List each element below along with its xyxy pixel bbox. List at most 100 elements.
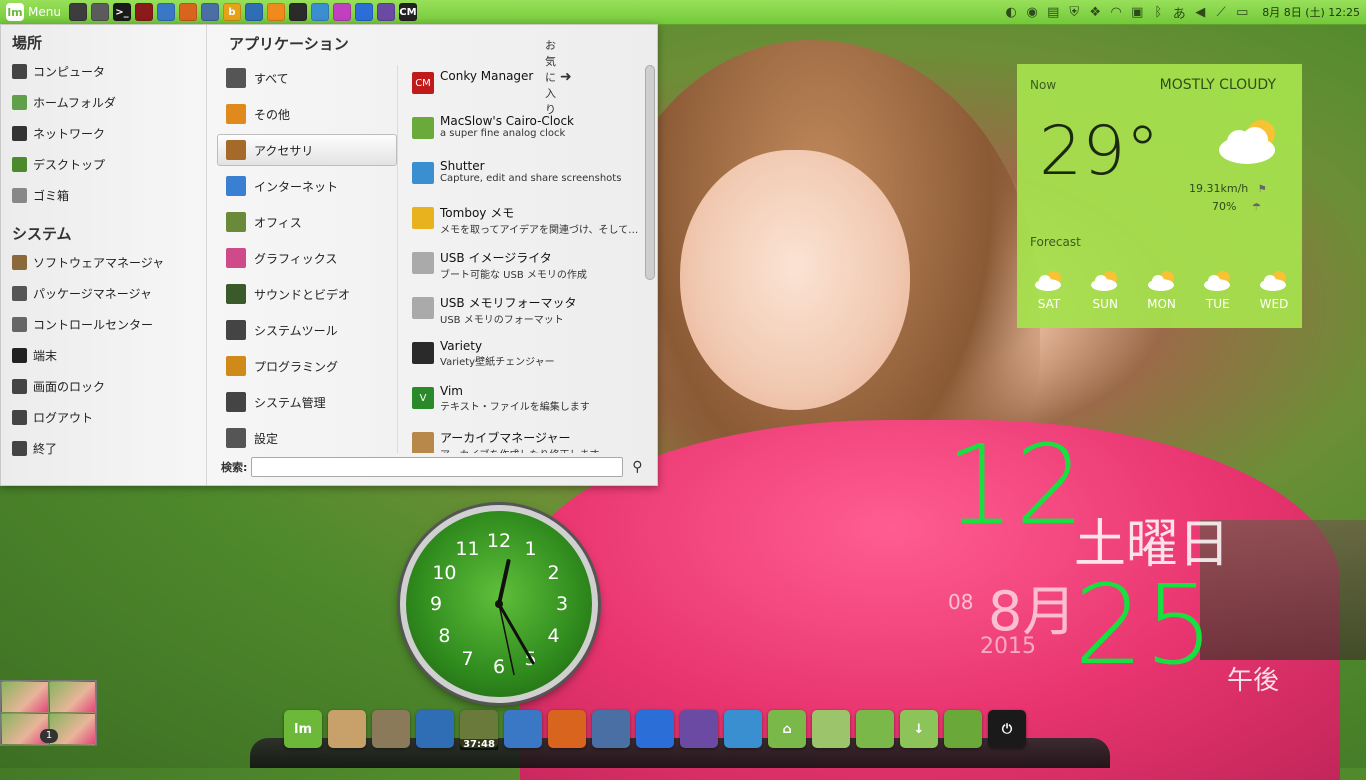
network-icon[interactable]: ⟋ <box>1212 3 1230 21</box>
category-internet[interactable]: インターネット <box>217 170 397 202</box>
thunderbird-icon[interactable] <box>592 710 630 748</box>
app-item[interactable]: USB イメージライタ ブート可能な USB メモリの作成 <box>398 245 644 290</box>
vim-icon: V <box>412 387 434 409</box>
shutter-icon[interactable] <box>724 710 762 748</box>
firefox-icon[interactable] <box>178 3 197 21</box>
menu-button[interactable]: lm Menu <box>0 0 67 24</box>
nav-item-logout[interactable]: ログアウト <box>1 402 206 433</box>
search-label: 検索: <box>221 461 248 474</box>
category-other[interactable]: その他 <box>217 98 397 130</box>
app-description: メモを取ってアイデアを関連づけ、そして体系... <box>440 225 640 236</box>
nav-item-shutdown[interactable]: 終了 <box>1 433 206 464</box>
disc-icon[interactable] <box>288 3 307 21</box>
category-label: オフィス <box>254 215 302 230</box>
category-graphics[interactable]: グラフィックス <box>217 242 397 274</box>
app-item[interactable]: Shutter Capture, edit and share screensho… <box>398 155 644 200</box>
thunderbird-icon[interactable] <box>200 3 219 21</box>
rss-icon[interactable] <box>266 3 285 21</box>
app-item[interactable]: Tomboy メモ メモを取ってアイデアを関連づけ、そして体系... <box>398 200 644 245</box>
app-item[interactable]: Variety Variety壁紙チェンジャー <box>398 335 644 380</box>
app-list-scrollbar[interactable] <box>643 65 655 453</box>
app-item[interactable]: CM Conky Manager <box>398 65 644 110</box>
nav-item-network[interactable]: ネットワーク <box>1 118 206 149</box>
app-item[interactable]: MacSlow's Cairo-Clock a super fine analog… <box>398 110 644 155</box>
app-name: Variety <box>440 339 483 353</box>
category-accessories[interactable]: アクセサリ <box>217 134 397 166</box>
bookmark-icon[interactable]: b <box>222 3 241 21</box>
wifi-icon[interactable]: ◠ <box>1107 3 1125 21</box>
show-desktop-icon[interactable] <box>68 3 87 21</box>
workspace-1[interactable] <box>1 681 49 713</box>
quicklaunch-bar: >_ b CM <box>67 3 419 21</box>
clock-app-icon[interactable]: 37:48 <box>460 710 498 750</box>
scrollbar-thumb[interactable] <box>645 65 655 281</box>
category-system-tools[interactable]: システムツール <box>217 314 397 346</box>
humidity-value: 70% <box>1212 200 1237 213</box>
nav-item-control-center[interactable]: コントロールセンター <box>1 309 206 340</box>
search-icon[interactable]: ⚲ <box>627 457 647 477</box>
color-icon[interactable] <box>332 3 351 21</box>
chromium-icon[interactable] <box>504 710 542 748</box>
system-tray: ◐ ◉ ▤ ⛨ ❖ ◠ ▣ ᛒ あ ◀ ⟋ ▭ 8月 8日 (土) 12:25 <box>1002 3 1366 22</box>
cloudy-sun-icon <box>1260 271 1286 291</box>
paint-icon[interactable] <box>636 710 674 748</box>
panel-clock[interactable]: 8月 8日 (土) 12:25 <box>1262 4 1360 20</box>
category-all-apps[interactable]: すべて <box>217 62 397 94</box>
clipboard-icon[interactable]: ▤ <box>1044 3 1062 21</box>
nav-item-software-manager[interactable]: ソフトウェアマネージャ <box>1 247 206 278</box>
analog-clock[interactable]: 121234567891011 <box>400 505 598 703</box>
writer-icon[interactable] <box>416 710 454 748</box>
home-folder-icon[interactable]: ⌂ <box>768 710 806 748</box>
safari-icon[interactable] <box>244 3 263 21</box>
dock-timer: 37:48 <box>460 739 498 750</box>
package-installer-icon[interactable] <box>328 710 366 748</box>
downloads-folder-icon[interactable]: ↓ <box>900 710 938 748</box>
nav-item-trash[interactable]: ゴミ箱 <box>1 180 206 211</box>
nav-item-home-folder[interactable]: ホームフォルダ <box>1 87 206 118</box>
update-icon[interactable]: ⛨ <box>1065 3 1083 21</box>
workspace-2[interactable] <box>48 681 96 713</box>
nav-item-desktop[interactable]: デスクトップ <box>1 149 206 180</box>
dropbox-icon[interactable]: ❖ <box>1086 3 1104 21</box>
app-item[interactable]: V Vim テキスト・ファイルを編集します <box>398 380 644 425</box>
search-input[interactable] <box>251 457 624 477</box>
control-center-icon <box>12 317 27 332</box>
files-icon[interactable] <box>90 3 109 21</box>
nav-item-terminal[interactable]: 端末 <box>1 340 206 371</box>
desktop-folder-icon[interactable] <box>944 710 982 748</box>
category-sound-video[interactable]: サウンドとビデオ <box>217 278 397 310</box>
nav-item-lock[interactable]: 画面のロック <box>1 371 206 402</box>
category-office[interactable]: オフィス <box>217 206 397 238</box>
variety-icon <box>412 342 434 364</box>
display-icon[interactable]: ▣ <box>1128 3 1146 21</box>
app-item[interactable]: アーカイブマネージャーアーカイブを作成したり修正します <box>398 425 644 453</box>
gimp-icon[interactable] <box>372 710 410 748</box>
category-system-admin[interactable]: システム管理 <box>217 386 397 418</box>
paint-icon[interactable] <box>354 3 373 21</box>
mint-menu-icon[interactable]: lm <box>284 710 322 748</box>
input-method-icon[interactable]: あ <box>1170 3 1188 22</box>
battery-icon[interactable]: ▭ <box>1233 3 1251 21</box>
category-programming[interactable]: プログラミング <box>217 350 397 382</box>
workspace-switcher[interactable]: 1 <box>0 680 97 746</box>
power-icon[interactable]: ⏻ <box>988 710 1026 748</box>
places-list: コンピュータ ホームフォルダ ネットワーク デスクトップ ゴミ箱 <box>1 56 206 211</box>
chromium-icon[interactable] <box>156 3 175 21</box>
chrome-tray-icon[interactable]: ◉ <box>1023 3 1041 21</box>
bluetooth-icon[interactable]: ᛒ <box>1149 3 1167 21</box>
system-monitor-icon[interactable] <box>134 3 153 21</box>
nav-item-package-manager[interactable]: パッケージマネージャ <box>1 278 206 309</box>
firefox-icon[interactable] <box>548 710 586 748</box>
shutter-icon[interactable] <box>310 3 329 21</box>
variety-icon[interactable]: ◐ <box>1002 3 1020 21</box>
documents-folder-icon[interactable] <box>812 710 850 748</box>
conky-icon[interactable]: CM <box>398 3 417 21</box>
terminal-icon[interactable]: >_ <box>112 3 131 21</box>
recent-folder-icon[interactable] <box>856 710 894 748</box>
category-settings[interactable]: 設定 <box>217 422 397 454</box>
nav-item-computer[interactable]: コンピュータ <box>1 56 206 87</box>
app-item[interactable]: USB メモリフォーマッタ USB メモリのフォーマット <box>398 290 644 335</box>
pidgin-icon[interactable] <box>680 710 718 748</box>
pidgin-icon[interactable] <box>376 3 395 21</box>
volume-icon[interactable]: ◀ <box>1191 3 1209 21</box>
